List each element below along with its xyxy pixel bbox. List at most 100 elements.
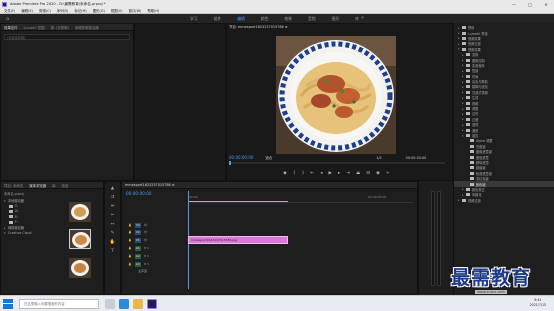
go-to-out-icon[interactable]: ⇥ bbox=[346, 171, 350, 176]
watermark-url: www.zuixu.com bbox=[474, 290, 507, 294]
drive-group-creative-cloud[interactable]: ▾ Creative Cloud bbox=[4, 230, 62, 235]
taskbar-search-input[interactable]: 在这里输入你要搜索的内容 bbox=[19, 298, 99, 309]
tab-project[interactable]: 项目: 未命名 bbox=[4, 183, 23, 188]
track-header-v3[interactable]: 🔒 V3 👁 bbox=[128, 222, 186, 228]
program-monitor-header: 节目: mmexport1623237015786 ≡ bbox=[226, 23, 447, 30]
maximize-button[interactable]: □ bbox=[522, 0, 538, 8]
hand-tool-icon[interactable]: ✋ bbox=[105, 240, 120, 245]
media-thumbnail[interactable] bbox=[69, 202, 91, 222]
menu-edit[interactable]: 编辑(E) bbox=[21, 8, 33, 13]
razor-tool-icon[interactable]: ✂ bbox=[105, 213, 120, 218]
track-select-tool-icon[interactable]: ⇉ bbox=[105, 195, 120, 200]
fit-dropdown[interactable]: 适合 bbox=[265, 155, 272, 160]
effect-icon bbox=[470, 150, 474, 154]
title-bar: Adobe Premiere Pro 2020 - D:\最需教育\未命名.pr… bbox=[0, 0, 554, 8]
menu-graphics[interactable]: 图形(G) bbox=[93, 8, 105, 13]
mark-out-icon[interactable]: } bbox=[302, 171, 305, 176]
selection-tool-icon[interactable]: ▲ bbox=[105, 186, 120, 191]
menu-help[interactable]: 帮助(H) bbox=[147, 8, 159, 13]
track-header-a1[interactable]: 🔒 A1 M S bbox=[128, 245, 186, 251]
effect-icon bbox=[470, 171, 474, 175]
step-forward-icon[interactable]: ▸ bbox=[338, 171, 340, 176]
effect-icon bbox=[470, 177, 474, 181]
pen-tool-icon[interactable]: ✎ bbox=[105, 231, 120, 236]
workspace-tab-learn[interactable]: 学习 bbox=[190, 16, 198, 22]
media-thumbnail[interactable] bbox=[69, 229, 91, 249]
ripple-edit-tool-icon[interactable]: ⇹ bbox=[105, 204, 120, 209]
menu-view[interactable]: 视图(V) bbox=[111, 8, 123, 13]
timeline-timecode[interactable]: 00:00:00:00 bbox=[126, 191, 152, 196]
effects-tree-label: 轨道遮罩键 bbox=[476, 171, 492, 176]
menu-sequence[interactable]: 序列(S) bbox=[57, 8, 69, 13]
file-explorer-icon[interactable] bbox=[133, 298, 143, 309]
tab-media-browser[interactable]: 媒体浏览器 bbox=[29, 183, 46, 188]
menu-window[interactable]: 窗口(W) bbox=[129, 8, 142, 13]
effects-tree-label: 变换 bbox=[472, 53, 479, 58]
minimize-button[interactable]: — bbox=[506, 0, 522, 8]
lift-icon[interactable]: ⏏ bbox=[356, 171, 360, 176]
folder-icon bbox=[462, 42, 466, 46]
source-monitor-area bbox=[134, 23, 226, 181]
button-editor-icon[interactable]: + bbox=[386, 171, 390, 176]
folder-icon bbox=[462, 198, 466, 202]
menu-clip[interactable]: 剪辑(C) bbox=[39, 8, 51, 13]
workspace-tab-editing[interactable]: 编辑 bbox=[237, 16, 245, 22]
premiere-taskbar-icon[interactable] bbox=[147, 298, 157, 309]
clock-date: 2021/7/15 bbox=[529, 303, 546, 307]
program-scrubber[interactable] bbox=[229, 161, 445, 165]
ruler-end-label: 00:00:05:00 bbox=[368, 195, 387, 199]
track-header-a3[interactable]: 🔒 A3 M S bbox=[128, 261, 186, 267]
tab-source[interactable]: 源: (无剪辑) bbox=[50, 25, 68, 30]
tab-effect-controls[interactable]: 效果控件 bbox=[4, 25, 18, 30]
drive-icon bbox=[9, 209, 13, 213]
type-tool-icon[interactable]: T bbox=[105, 249, 120, 254]
folder-icon bbox=[466, 53, 470, 57]
step-back-icon[interactable]: ◂ bbox=[320, 171, 322, 176]
tab-audio-clip-mixer[interactable]: 音频剪辑混合器 bbox=[75, 25, 99, 30]
tab-libraries[interactable]: 库 bbox=[52, 183, 55, 188]
workspace-tab-audio[interactable]: 音频 bbox=[308, 16, 316, 22]
close-button[interactable]: ✕ bbox=[538, 0, 554, 8]
task-view-icon[interactable] bbox=[105, 298, 115, 309]
timeline-clip[interactable]: mmexport1623237015786.jpg bbox=[188, 236, 288, 244]
effects-tree-label: 颜色校正 bbox=[472, 187, 485, 192]
workspace-tab-assembly[interactable]: 组件 bbox=[214, 16, 222, 22]
workspace-tab-libraries[interactable]: 库 bbox=[355, 16, 359, 22]
track-header-master[interactable]: 主声道 bbox=[128, 268, 186, 274]
track-header-a2[interactable]: 🔒 A2 M S bbox=[128, 253, 186, 259]
timeline-ruler[interactable]: :00:00 00:00:05:00 bbox=[188, 191, 413, 203]
windows-start-icon[interactable] bbox=[3, 298, 13, 309]
folder-icon bbox=[462, 26, 466, 30]
effect-icon bbox=[470, 155, 474, 159]
add-marker-icon[interactable]: ◆ bbox=[283, 171, 286, 176]
timeline-sequence-tab[interactable]: mmexport1623237015786 ≡ bbox=[125, 183, 175, 187]
play-icon[interactable]: ▶ bbox=[328, 171, 331, 176]
slip-tool-icon[interactable]: ↔ bbox=[105, 222, 120, 227]
edge-icon[interactable] bbox=[119, 298, 129, 309]
export-frame-icon[interactable]: ◉ bbox=[376, 171, 380, 176]
track-header-v1[interactable]: 🔒 V1 👁 bbox=[128, 237, 186, 243]
taskbar-apps bbox=[105, 298, 161, 309]
workspace-tab-color[interactable]: 颜色 bbox=[261, 16, 269, 22]
media-thumbnail[interactable] bbox=[69, 258, 91, 278]
home-icon[interactable]: ⌂ bbox=[6, 16, 9, 22]
resolution-dropdown[interactable]: 1/2 bbox=[376, 156, 381, 160]
effects-tree-label: 视频效果 bbox=[468, 47, 481, 52]
effect-icon bbox=[470, 144, 474, 148]
effects-tree-label: 音频效果 bbox=[468, 36, 481, 41]
workspace-tab-graphics[interactable]: 图形 bbox=[332, 16, 340, 22]
extract-icon[interactable]: ⊟ bbox=[366, 171, 370, 176]
go-to-in-icon[interactable]: ⇤ bbox=[310, 171, 314, 176]
more-workspaces-icon[interactable]: » bbox=[361, 15, 364, 21]
system-clock[interactable]: 9:41 2021/7/15 bbox=[530, 298, 546, 308]
menu-marker[interactable]: 标记(M) bbox=[74, 8, 86, 13]
effects-tree-item[interactable]: ▸ 视频过渡 bbox=[454, 198, 554, 203]
program-timecode[interactable]: 00:00:00:00 bbox=[229, 155, 253, 160]
track-header-v2[interactable]: 🔒 V2 👁 bbox=[128, 229, 186, 235]
menu-file[interactable]: 文件(F) bbox=[4, 8, 15, 13]
mark-in-icon[interactable]: { bbox=[293, 171, 296, 176]
effect-icon bbox=[470, 160, 474, 164]
workspace-tab-effects[interactable]: 效果 bbox=[284, 16, 292, 22]
tab-info[interactable]: 信息 bbox=[62, 183, 69, 188]
tab-lumetri-scopes[interactable]: Lumetri 范围 bbox=[24, 25, 45, 30]
